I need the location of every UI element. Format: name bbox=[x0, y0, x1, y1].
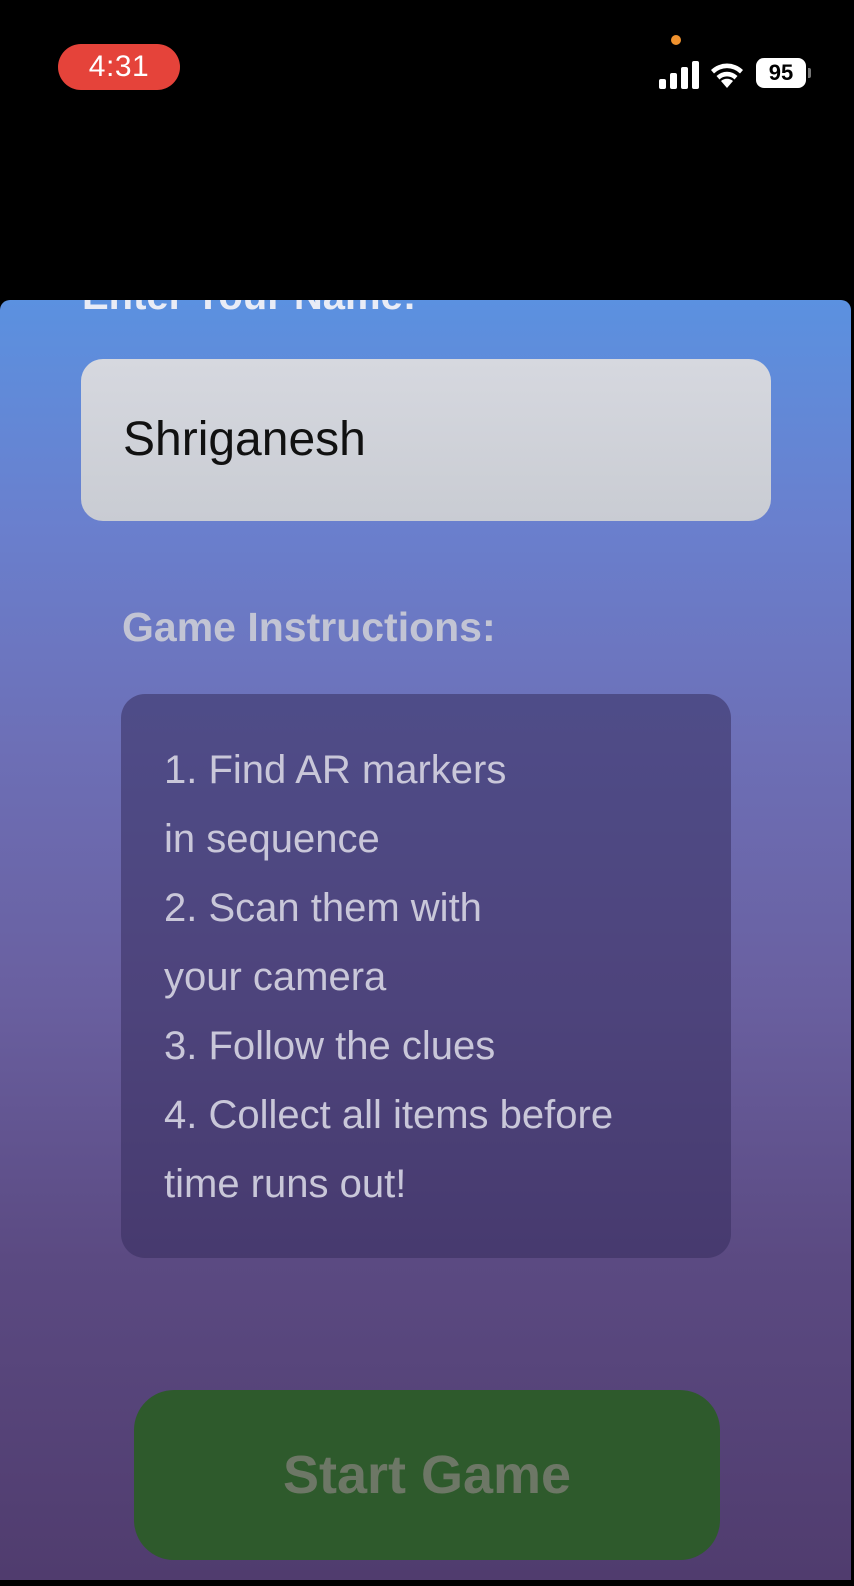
instruction-line: time runs out! bbox=[164, 1162, 407, 1206]
start-game-button[interactable]: Start Game bbox=[134, 1390, 720, 1560]
app-screen: 4:31 95 Enter Your Name: Game Instructio… bbox=[0, 0, 854, 1586]
instructions-panel: 1. Find AR markers in sequence 2. Scan t… bbox=[121, 694, 731, 1258]
name-field-label: Enter Your Name: bbox=[82, 300, 416, 319]
instruction-line: in sequence bbox=[164, 817, 380, 861]
status-bar: 4:31 95 bbox=[0, 0, 854, 140]
battery-level: 95 bbox=[756, 58, 806, 88]
cellular-signal-icon bbox=[659, 61, 699, 89]
battery-icon: 95 bbox=[756, 58, 812, 88]
player-name-input[interactable] bbox=[81, 359, 771, 521]
privacy-indicator-dot bbox=[671, 35, 681, 45]
wifi-icon bbox=[711, 63, 743, 88]
game-setup-sheet: Enter Your Name: Game Instructions: 1. F… bbox=[0, 300, 851, 1580]
instructions-heading: Game Instructions: bbox=[122, 604, 496, 650]
instruction-line: 1. Find AR markers bbox=[164, 748, 507, 792]
instruction-line: 2. Scan them with bbox=[164, 886, 482, 930]
status-time[interactable]: 4:31 bbox=[58, 44, 180, 90]
battery-cap bbox=[808, 68, 811, 78]
instruction-line: 4. Collect all items before bbox=[164, 1093, 614, 1137]
instruction-line: your camera bbox=[164, 955, 387, 999]
instruction-line: 3. Follow the clues bbox=[164, 1024, 496, 1068]
